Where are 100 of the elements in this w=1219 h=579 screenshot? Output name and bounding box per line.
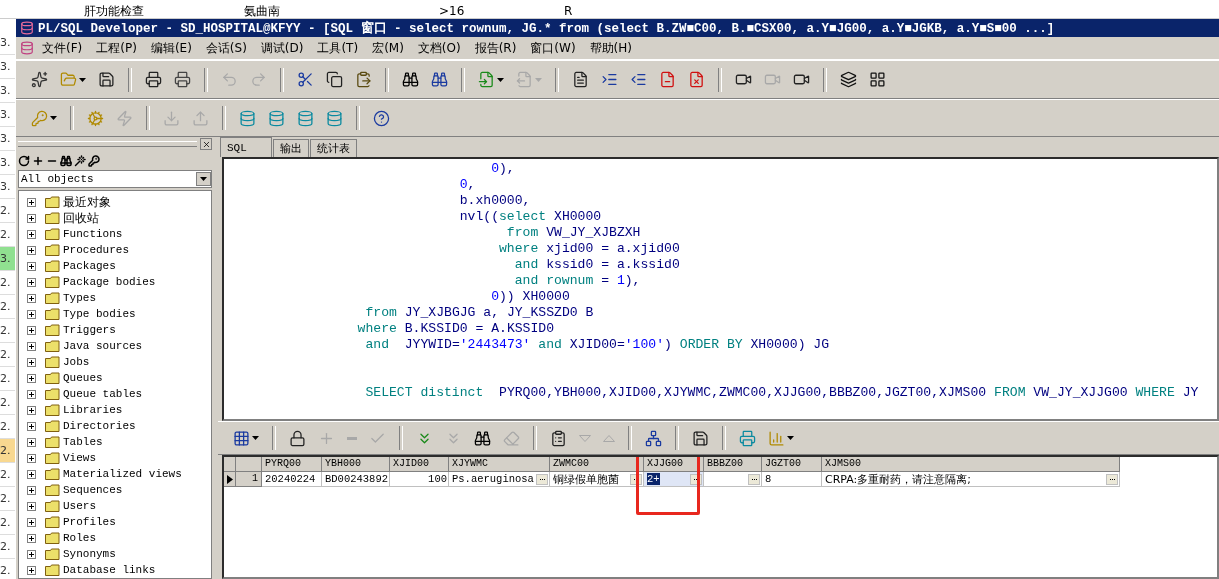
expand-icon[interactable] [27, 261, 36, 271]
tree-item[interactable]: Packages [63, 260, 116, 272]
expand-icon[interactable] [27, 517, 36, 527]
expand-icon[interactable] [27, 373, 36, 383]
expand-icon[interactable] [27, 309, 36, 319]
column-header[interactable]: YBH000 [322, 457, 390, 472]
expand-icon[interactable] [27, 549, 36, 559]
close-button[interactable] [200, 138, 212, 150]
expand-icon[interactable] [27, 501, 36, 511]
column-header[interactable]: ZWMC00 [550, 457, 644, 472]
column-header[interactable]: JGZT00 [762, 457, 822, 472]
expand-icon[interactable] [27, 485, 36, 495]
expand-icon[interactable] [27, 421, 36, 431]
tree-item[interactable]: Triggers [63, 324, 116, 336]
column-header[interactable]: XJYWMC [449, 457, 550, 472]
menu-item[interactable]: 工程(P) [90, 39, 143, 57]
row-indicator[interactable] [224, 472, 236, 487]
column-header[interactable]: BBBZ00 [704, 457, 762, 472]
code-token: VW_JY_XJJG00 [1032, 385, 1129, 400]
tree-item[interactable]: Libraries [63, 404, 123, 416]
expand-icon[interactable] [27, 293, 36, 303]
expand-icon[interactable] [27, 245, 36, 255]
tab[interactable]: 统计表 [309, 139, 357, 157]
refresh-icon[interactable] [18, 154, 30, 167]
menu-item[interactable]: 工具(T) [311, 39, 365, 57]
database-icon [268, 109, 285, 127]
tree-item[interactable]: Functions [63, 228, 123, 240]
menu-item[interactable]: 窗口(W) [524, 39, 582, 57]
tree-item[interactable]: Roles [63, 532, 96, 544]
folder-icon [45, 260, 60, 272]
tree-item[interactable]: Java sources [63, 340, 143, 352]
upload-icon [192, 109, 209, 127]
tree-item[interactable]: Views [63, 452, 96, 464]
ellipsis-button[interactable] [630, 473, 642, 485]
tab[interactable]: 输出 [272, 139, 309, 157]
tree-item[interactable]: Directories [63, 420, 136, 432]
expand-icon[interactable] [27, 469, 36, 479]
expand-icon[interactable] [27, 533, 36, 543]
filter-dropdown[interactable]: All objects [18, 170, 212, 188]
column-header[interactable]: PYRQ00 [262, 457, 322, 472]
expand-icon[interactable] [27, 341, 36, 351]
code-token: SELECT distinct [364, 385, 484, 400]
expand-icon[interactable] [27, 437, 36, 447]
expand-icon[interactable] [27, 389, 36, 399]
tree-item[interactable]: 回收站 [63, 209, 99, 227]
folder-icon [45, 532, 60, 544]
tab[interactable]: SQL [220, 137, 272, 157]
expand-icon[interactable] [27, 229, 36, 239]
search-icon[interactable] [60, 154, 72, 167]
copy-icon [326, 71, 343, 88]
tree-item[interactable]: Queue tables [63, 388, 143, 400]
tree-item[interactable]: Profiles [63, 516, 116, 528]
tree-item[interactable]: Procedures [63, 244, 129, 256]
printer-icon [739, 429, 756, 447]
document-x-icon [688, 71, 705, 88]
folder-icon [45, 484, 60, 496]
menu-item[interactable]: 文件(F) [36, 39, 89, 57]
plus-icon[interactable] [32, 154, 44, 167]
expand-icon[interactable] [27, 213, 36, 223]
tree-item[interactable]: Package bodies [63, 276, 156, 288]
menu-item[interactable]: 文档(O) [411, 39, 467, 57]
tree-item[interactable]: 最近对象 [63, 193, 111, 211]
tree-item[interactable]: Synonyms [63, 548, 116, 560]
key-icon[interactable] [88, 154, 100, 167]
expand-icon[interactable] [27, 277, 36, 287]
tree-item[interactable]: Types [63, 292, 96, 304]
expand-icon[interactable] [27, 357, 36, 367]
menu-item[interactable]: 编辑(E) [144, 39, 198, 57]
tree-item[interactable]: Database links [63, 564, 156, 576]
column-header[interactable]: XJID00 [390, 457, 449, 472]
ellipsis-button[interactable] [690, 473, 702, 485]
tree-item[interactable]: Queues [63, 372, 103, 384]
export-icon [516, 71, 533, 88]
code-token: xjid00 = a.xjid00 [545, 241, 680, 256]
expand-icon[interactable] [27, 325, 36, 335]
tree-item[interactable]: Sequences [63, 484, 123, 496]
expand-icon[interactable] [27, 565, 36, 575]
tree-item[interactable]: Tables [63, 436, 103, 448]
menu-item[interactable]: 调试(D) [254, 39, 310, 57]
sql-editor[interactable] [222, 157, 1219, 421]
expand-icon[interactable] [27, 197, 36, 207]
expand-icon[interactable] [27, 405, 36, 415]
expand-icon[interactable] [27, 453, 36, 463]
menu-item[interactable]: 宏(M) [366, 39, 410, 57]
window-title: PL/SQL Developer - SD_HOSPITAL@KFYY - [SQL 窗口 - select rownum, JG.* from (select B.ZW■C00, B.■CSX00, a.Y■JG00, a.Y■JGKB, a.Y■S■00 ...] [38, 19, 1055, 37]
menu-item[interactable]: 报告(R) [468, 39, 523, 57]
menu-item[interactable]: 会话(S) [199, 39, 253, 57]
tree-item[interactable]: Users [63, 500, 96, 512]
indent-icon [601, 71, 618, 88]
tree-item[interactable]: Jobs [63, 356, 90, 368]
wand-icon[interactable] [74, 154, 86, 167]
close-icon [201, 139, 211, 149]
code-token: from [364, 305, 397, 320]
grid-icon [869, 71, 886, 88]
tree-item[interactable]: Type bodies [63, 308, 136, 320]
dropdown-button[interactable] [196, 172, 211, 186]
column-header[interactable]: XJMS00 [822, 457, 1120, 472]
column-header[interactable]: XJJG00 [644, 457, 704, 472]
menu-item[interactable]: 帮助(H) [583, 39, 638, 57]
tree-item[interactable]: Materialized views [63, 468, 182, 480]
